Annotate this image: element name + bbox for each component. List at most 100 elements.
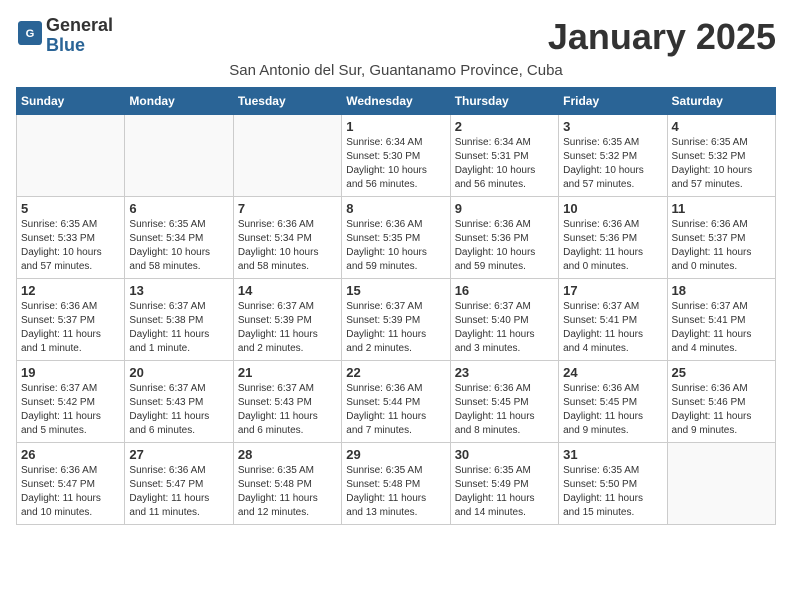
calendar-cell: 27 Sunrise: 6:36 AMSunset: 5:47 PMDayligh…: [125, 443, 233, 525]
day-number: 18: [672, 283, 771, 298]
subtitle: San Antonio del Sur, Guantanamo Province…: [16, 62, 776, 79]
day-number: 19: [21, 365, 120, 380]
logo-icon: G: [18, 21, 42, 45]
calendar-cell: 12 Sunrise: 6:36 AMSunset: 5:37 PMDayligh…: [17, 279, 125, 361]
calendar-cell: 3 Sunrise: 6:35 AMSunset: 5:32 PMDaylight…: [559, 115, 667, 197]
day-info: Sunrise: 6:37 AMSunset: 5:39 PMDaylight:…: [238, 300, 337, 356]
day-number: 21: [238, 365, 337, 380]
calendar-cell: 14 Sunrise: 6:37 AMSunset: 5:39 PMDayligh…: [233, 279, 341, 361]
day-info: Sunrise: 6:37 AMSunset: 5:41 PMDaylight:…: [672, 300, 771, 356]
day-number: 25: [672, 365, 771, 380]
day-info: Sunrise: 6:36 AMSunset: 5:34 PMDaylight:…: [238, 218, 337, 274]
calendar-cell: 15 Sunrise: 6:37 AMSunset: 5:39 PMDayligh…: [342, 279, 450, 361]
day-info: Sunrise: 6:35 AMSunset: 5:34 PMDaylight:…: [129, 218, 228, 274]
calendar-cell: 22 Sunrise: 6:36 AMSunset: 5:44 PMDayligh…: [342, 361, 450, 443]
calendar-cell: 21 Sunrise: 6:37 AMSunset: 5:43 PMDayligh…: [233, 361, 341, 443]
calendar-cell: 29 Sunrise: 6:35 AMSunset: 5:48 PMDayligh…: [342, 443, 450, 525]
day-info: Sunrise: 6:35 AMSunset: 5:32 PMDaylight:…: [563, 136, 662, 192]
day-number: 31: [563, 447, 662, 462]
day-info: Sunrise: 6:36 AMSunset: 5:44 PMDaylight:…: [346, 382, 445, 438]
calendar-week-1: 1 Sunrise: 6:34 AMSunset: 5:30 PMDaylight…: [17, 115, 776, 197]
day-number: 12: [21, 283, 120, 298]
day-info: Sunrise: 6:36 AMSunset: 5:46 PMDaylight:…: [672, 382, 771, 438]
calendar-week-3: 12 Sunrise: 6:36 AMSunset: 5:37 PMDayligh…: [17, 279, 776, 361]
logo-area: G General Blue: [16, 16, 113, 56]
calendar-cell: 9Sunrise: 6:36 AMSunset: 5:36 PMDaylight…: [450, 197, 558, 279]
calendar-cell: 16 Sunrise: 6:37 AMSunset: 5:40 PMDayligh…: [450, 279, 558, 361]
day-info: Sunrise: 6:37 AMSunset: 5:43 PMDaylight:…: [129, 382, 228, 438]
calendar-header-friday: Friday: [559, 88, 667, 115]
day-info: Sunrise: 6:36 AMSunset: 5:37 PMDaylight:…: [672, 218, 771, 274]
page-container: G General Blue January 2025 San Antonio …: [16, 16, 776, 525]
calendar-cell: [233, 115, 341, 197]
calendar-week-2: 5 Sunrise: 6:35 AMSunset: 5:33 PMDaylight…: [17, 197, 776, 279]
calendar-header-monday: Monday: [125, 88, 233, 115]
day-number: 16: [455, 283, 554, 298]
day-number: 5: [21, 201, 120, 216]
day-info: Sunrise: 6:35 AMSunset: 5:33 PMDaylight:…: [21, 218, 120, 274]
calendar-cell: 31Sunrise: 6:35 AMSunset: 5:50 PMDayligh…: [559, 443, 667, 525]
calendar-cell: 5 Sunrise: 6:35 AMSunset: 5:33 PMDaylight…: [17, 197, 125, 279]
calendar-week-5: 26 Sunrise: 6:36 AMSunset: 5:47 PMDayligh…: [17, 443, 776, 525]
calendar-header-saturday: Saturday: [667, 88, 775, 115]
day-info: Sunrise: 6:37 AMSunset: 5:42 PMDaylight:…: [21, 382, 120, 438]
calendar-header-thursday: Thursday: [450, 88, 558, 115]
day-number: 3: [563, 119, 662, 134]
logo-text: General Blue: [46, 16, 113, 56]
calendar-cell: 20Sunrise: 6:37 AMSunset: 5:43 PMDayligh…: [125, 361, 233, 443]
day-info: Sunrise: 6:35 AMSunset: 5:49 PMDaylight:…: [455, 464, 554, 520]
day-number: 17: [563, 283, 662, 298]
day-number: 26: [21, 447, 120, 462]
day-info: Sunrise: 6:36 AMSunset: 5:35 PMDaylight:…: [346, 218, 445, 274]
day-info: Sunrise: 6:37 AMSunset: 5:43 PMDaylight:…: [238, 382, 337, 438]
day-info: Sunrise: 6:35 AMSunset: 5:48 PMDaylight:…: [238, 464, 337, 520]
day-number: 13: [129, 283, 228, 298]
calendar-cell: 25 Sunrise: 6:36 AMSunset: 5:46 PMDayligh…: [667, 361, 775, 443]
day-number: 14: [238, 283, 337, 298]
day-info: Sunrise: 6:35 AMSunset: 5:48 PMDaylight:…: [346, 464, 445, 520]
calendar-cell: 13Sunrise: 6:37 AMSunset: 5:38 PMDayligh…: [125, 279, 233, 361]
day-number: 23: [455, 365, 554, 380]
day-info: Sunrise: 6:36 AMSunset: 5:45 PMDaylight:…: [563, 382, 662, 438]
day-number: 27: [129, 447, 228, 462]
calendar-cell: 4 Sunrise: 6:35 AMSunset: 5:32 PMDaylight…: [667, 115, 775, 197]
calendar-week-4: 19 Sunrise: 6:37 AMSunset: 5:42 PMDayligh…: [17, 361, 776, 443]
day-number: 24: [563, 365, 662, 380]
calendar-cell: 30 Sunrise: 6:35 AMSunset: 5:49 PMDayligh…: [450, 443, 558, 525]
calendar-cell: 26 Sunrise: 6:36 AMSunset: 5:47 PMDayligh…: [17, 443, 125, 525]
day-number: 2: [455, 119, 554, 134]
day-info: Sunrise: 6:37 AMSunset: 5:41 PMDaylight:…: [563, 300, 662, 356]
day-number: 15: [346, 283, 445, 298]
day-info: Sunrise: 6:36 AMSunset: 5:36 PMDaylight:…: [455, 218, 554, 274]
month-title: January 2025: [548, 16, 776, 58]
day-info: Sunrise: 6:37 AMSunset: 5:40 PMDaylight:…: [455, 300, 554, 356]
day-number: 29: [346, 447, 445, 462]
calendar-cell: 23Sunrise: 6:36 AMSunset: 5:45 PMDayligh…: [450, 361, 558, 443]
day-number: 30: [455, 447, 554, 462]
day-number: 6: [129, 201, 228, 216]
day-number: 1: [346, 119, 445, 134]
calendar-cell: 6 Sunrise: 6:35 AMSunset: 5:34 PMDaylight…: [125, 197, 233, 279]
calendar-cell: 7Sunrise: 6:36 AMSunset: 5:34 PMDaylight…: [233, 197, 341, 279]
calendar-table: SundayMondayTuesdayWednesdayThursdayFrid…: [16, 87, 776, 525]
calendar-cell: 1 Sunrise: 6:34 AMSunset: 5:30 PMDaylight…: [342, 115, 450, 197]
calendar-header-row: SundayMondayTuesdayWednesdayThursdayFrid…: [17, 88, 776, 115]
calendar-cell: [125, 115, 233, 197]
day-info: Sunrise: 6:36 AMSunset: 5:47 PMDaylight:…: [21, 464, 120, 520]
calendar-cell: 18 Sunrise: 6:37 AMSunset: 5:41 PMDayligh…: [667, 279, 775, 361]
day-number: 4: [672, 119, 771, 134]
calendar-header-sunday: Sunday: [17, 88, 125, 115]
calendar-header-wednesday: Wednesday: [342, 88, 450, 115]
logo-general: General: [46, 15, 113, 35]
day-info: Sunrise: 6:37 AMSunset: 5:39 PMDaylight:…: [346, 300, 445, 356]
day-info: Sunrise: 6:35 AMSunset: 5:32 PMDaylight:…: [672, 136, 771, 192]
day-info: Sunrise: 6:36 AMSunset: 5:47 PMDaylight:…: [129, 464, 228, 520]
header: G General Blue January 2025: [16, 16, 776, 58]
day-number: 28: [238, 447, 337, 462]
logo: G: [16, 21, 42, 50]
calendar-cell: 24 Sunrise: 6:36 AMSunset: 5:45 PMDayligh…: [559, 361, 667, 443]
day-info: Sunrise: 6:34 AMSunset: 5:30 PMDaylight:…: [346, 136, 445, 192]
day-number: 22: [346, 365, 445, 380]
day-number: 11: [672, 201, 771, 216]
day-info: Sunrise: 6:36 AMSunset: 5:37 PMDaylight:…: [21, 300, 120, 356]
